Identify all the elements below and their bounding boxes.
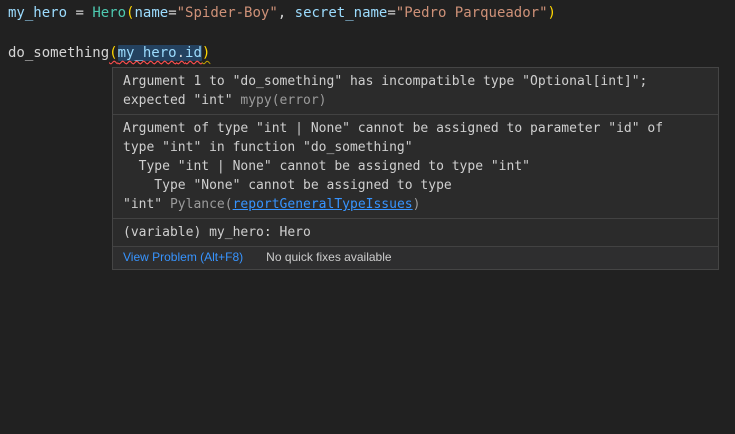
pylance-message-line-1: Argument of type "int | None" cannot be …	[123, 119, 708, 138]
token-equals: =	[168, 5, 176, 21]
diagnostic-pylance-section: Argument of type "int | None" cannot be …	[113, 115, 718, 218]
token-id: id	[185, 45, 202, 61]
token-equals: =	[387, 5, 395, 21]
diagnostic-mypy-section: Argument 1 to "do_something" has incompa…	[113, 68, 718, 114]
report-general-type-issues-link[interactable]: reportGeneralTypeIssues	[233, 197, 413, 212]
mypy-message-text: expected "int"	[123, 93, 240, 108]
error-squiggle: (my_hero.id	[109, 45, 202, 61]
variable-info-section: (variable) my_hero: Hero	[113, 219, 718, 246]
pylance-source-label-close: )	[413, 197, 421, 212]
mypy-message-line-1: Argument 1 to "do_something" has incompa…	[123, 72, 708, 91]
editor-code-area[interactable]: my_hero = Hero(name="Spider-Boy", secret…	[8, 3, 735, 63]
code-line-1[interactable]: my_hero = Hero(name="Spider-Boy", secret…	[8, 3, 735, 23]
mypy-source-label: mypy(error)	[240, 93, 326, 108]
token-hero-class: Hero	[92, 5, 126, 21]
highlighted-word-my-hero-id[interactable]: my_hero.id	[118, 45, 202, 61]
token-my-hero: my_hero	[8, 5, 67, 21]
token-close-paren-warning-squiggle: )	[202, 45, 210, 61]
editor-viewport: my_hero = Hero(name="Spider-Boy", secret…	[0, 0, 735, 434]
quick-fix-status-text: No quick fixes available	[266, 250, 391, 265]
variable-type-info: (variable) my_hero: Hero	[123, 223, 708, 242]
token-assign: =	[67, 5, 92, 21]
pylance-source-label: Pylance(	[170, 197, 233, 212]
code-line-3[interactable]: do_something(my_hero.id)	[8, 43, 735, 63]
token-my-hero: my_hero	[118, 45, 177, 61]
token-dot: .	[177, 45, 185, 61]
pylance-message-line-4: Type "None" cannot be assigned to type	[123, 176, 708, 195]
view-problem-link[interactable]: View Problem (Alt+F8)	[123, 250, 243, 265]
token-string-spider-boy: "Spider-Boy"	[177, 5, 278, 21]
token-string-pedro: "Pedro Parqueador"	[396, 5, 548, 21]
pylance-message-line-3: Type "int | None" cannot be assigned to …	[123, 157, 708, 176]
token-close-paren: )	[548, 5, 556, 21]
pylance-message-text: "int"	[123, 197, 170, 212]
token-comma: ,	[278, 5, 295, 21]
hover-tooltip: Argument 1 to "do_something" has incompa…	[112, 67, 719, 270]
code-line-2-empty[interactable]	[8, 23, 735, 43]
token-do-something: do_something	[8, 45, 109, 61]
token-secret-name-kwarg: secret_name	[295, 5, 388, 21]
pylance-message-line-2: type "int" in function "do_something"	[123, 138, 708, 157]
token-open-paren: (	[109, 45, 117, 61]
mypy-message-line-2: expected "int" mypy(error)	[123, 91, 708, 110]
token-name-kwarg: name	[134, 5, 168, 21]
pylance-message-line-5: "int" Pylance(reportGeneralTypeIssues)	[123, 195, 708, 214]
hover-status-bar: View Problem (Alt+F8) No quick fixes ava…	[113, 246, 718, 269]
